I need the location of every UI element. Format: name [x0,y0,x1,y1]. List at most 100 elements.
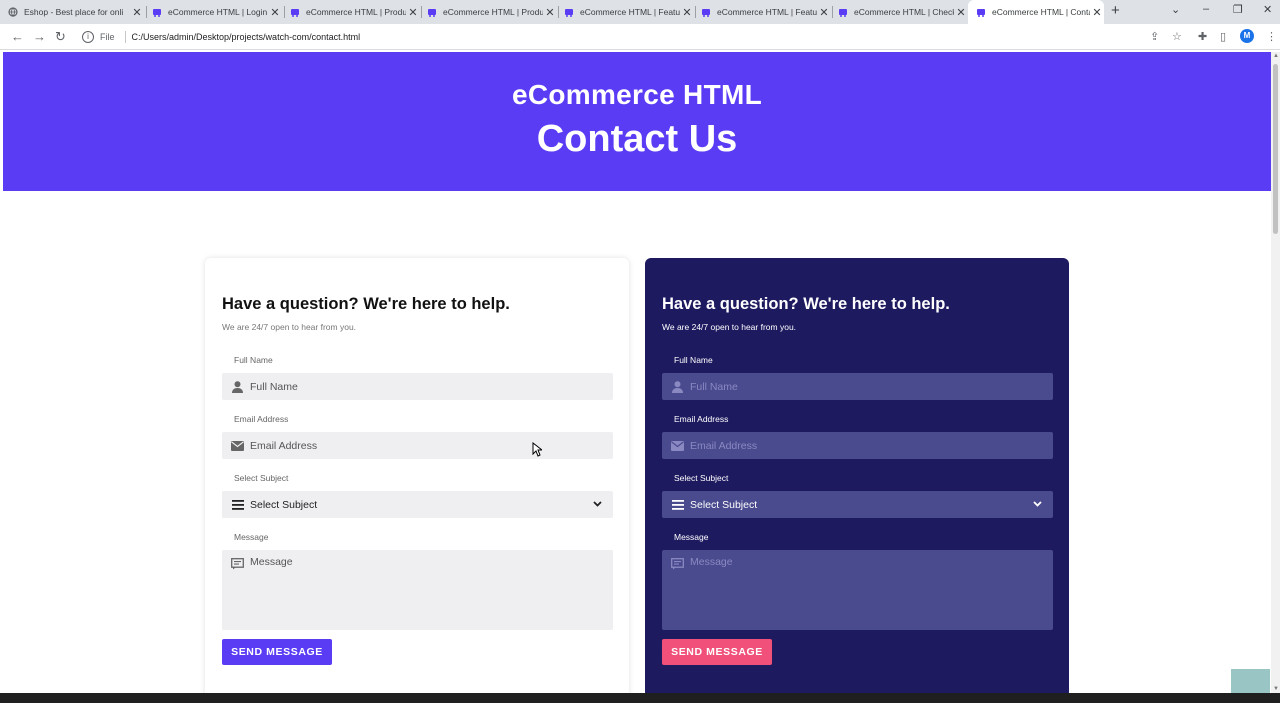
message-field[interactable] [662,550,1053,630]
close-icon[interactable]: ✕ [268,6,282,19]
tab-product-1[interactable]: eCommerce HTML | Produ ✕ [290,2,420,22]
close-icon[interactable]: ✕ [1090,6,1104,19]
page-viewport: eCommerce HTML Contact Us Have a questio… [3,52,1271,693]
name-label: Full Name [234,355,273,365]
list-icon [671,498,684,511]
email-input[interactable] [690,439,1030,452]
send-message-button[interactable]: SEND MESSAGE [662,639,772,665]
contact-form-dark: Have a question? We're here to help. We … [645,258,1069,693]
menu-icon[interactable]: ⋮ [1266,30,1277,43]
restore-button[interactable]: ❐ [1233,3,1243,16]
contact-form-light: Have a question? We're here to help. We … [205,258,629,693]
tab-featured-1[interactable]: eCommerce HTML | Featu ✕ [564,2,694,22]
address-bar[interactable]: i File C:/Users/admin/Desktop/projects/w… [76,27,1196,47]
bookmark-star-icon[interactable]: ☆ [1172,30,1182,43]
form-heading: Have a question? We're here to help. [662,295,950,313]
envelope-icon [671,439,684,452]
close-icon[interactable]: ✕ [817,6,831,19]
side-panel-icon[interactable]: ▯ [1220,30,1226,43]
form-heading: Have a question? We're here to help. [222,295,510,313]
full-name-input[interactable] [250,380,590,393]
cart-icon [838,7,848,17]
page-scrollbar[interactable]: ▲ ▼ [1271,52,1280,693]
minimize-button[interactable]: – [1203,3,1209,15]
toolbar: ← → ↻ i File C:/Users/admin/Desktop/proj… [0,24,1280,50]
subject-select[interactable]: Select Subject [222,491,613,518]
subject-label: Select Subject [234,473,289,483]
share-icon[interactable]: ⇪ [1150,30,1159,43]
comment-icon [231,557,244,570]
tab-title: eCommerce HTML | Login [168,7,268,17]
tab-divider [284,6,285,18]
scroll-down-icon[interactable]: ▼ [1273,686,1279,692]
close-window-button[interactable]: ✕ [1263,3,1272,16]
tab-title: eCommerce HTML | Featu [580,7,680,17]
avatar[interactable]: M [1240,29,1254,43]
message-field[interactable] [222,550,613,630]
tab-strip: Eshop - Best place for onli ✕ eCommerce … [0,0,1280,24]
cart-icon [152,7,162,17]
message-input[interactable] [250,556,600,622]
send-message-button[interactable]: SEND MESSAGE [222,639,332,665]
hero-banner: eCommerce HTML Contact Us [3,52,1271,191]
envelope-icon [231,439,244,452]
name-label: Full Name [674,355,713,365]
new-tab-button[interactable]: + [1111,2,1120,19]
scroll-up-icon[interactable]: ▲ [1273,53,1279,59]
email-field[interactable] [222,432,613,459]
extensions-icon[interactable]: ✚ [1198,30,1207,43]
tab-title: eCommerce HTML | Produ [443,7,543,17]
full-name-field[interactable] [222,373,613,400]
globe-icon [8,7,18,17]
close-icon[interactable]: ✕ [954,6,968,19]
info-icon[interactable]: i [82,31,94,43]
tab-title: eCommerce HTML | Featu [717,7,817,17]
close-icon[interactable]: ✕ [543,6,557,19]
tab-divider [146,6,147,18]
os-taskbar [0,693,1280,703]
close-icon[interactable]: ✕ [680,6,694,19]
scroll-thumb[interactable] [1273,64,1278,234]
user-icon [671,380,684,393]
page-title: Contact Us [536,118,738,160]
chevron-down-icon [1033,499,1053,510]
tab-eshop[interactable]: Eshop - Best place for onli ✕ [8,2,144,22]
tab-checkout[interactable]: eCommerce HTML | Check ✕ [838,2,968,22]
back-icon[interactable]: ← [11,29,24,44]
tab-featured-2[interactable]: eCommerce HTML | Featu ✕ [701,2,831,22]
subject-value: Select Subject [250,498,318,511]
close-icon[interactable]: ✕ [406,6,420,19]
tab-login[interactable]: eCommerce HTML | Login ✕ [152,2,282,22]
tab-title: eCommerce HTML | Produ [306,7,406,17]
cart-icon [701,7,711,17]
forward-icon[interactable]: → [33,29,46,44]
cart-icon [290,7,300,17]
close-icon[interactable]: ✕ [130,6,144,19]
list-icon [231,498,244,511]
tab-search-icon[interactable]: ⌄ [1171,3,1180,16]
tab-product-2[interactable]: eCommerce HTML | Produ ✕ [427,2,557,22]
full-name-input[interactable] [690,380,1030,393]
tab-divider [695,6,696,18]
cart-icon [427,7,437,17]
tab-title: Eshop - Best place for onli [24,7,124,17]
system-tray-overlay [1231,669,1270,693]
message-label: Message [234,532,269,542]
chevron-down-icon [593,499,613,510]
tab-contact[interactable]: eCommerce HTML | Conta ✕ [968,0,1104,24]
url-text: C:/Users/admin/Desktop/projects/watch-co… [131,32,361,42]
full-name-field[interactable] [662,373,1053,400]
email-field[interactable] [662,432,1053,459]
form-subheading: We are 24/7 open to hear from you. [662,322,797,332]
cart-icon [564,7,574,17]
scheme-label: File [100,32,115,42]
subject-select[interactable]: Select Subject [662,491,1053,518]
cart-icon [976,7,986,17]
divider [124,31,126,43]
reload-icon[interactable]: ↻ [55,29,66,45]
subject-label: Select Subject [674,473,729,483]
message-input[interactable] [690,556,1040,622]
user-icon [231,380,244,393]
tab-divider [421,6,422,18]
message-label: Message [674,532,709,542]
